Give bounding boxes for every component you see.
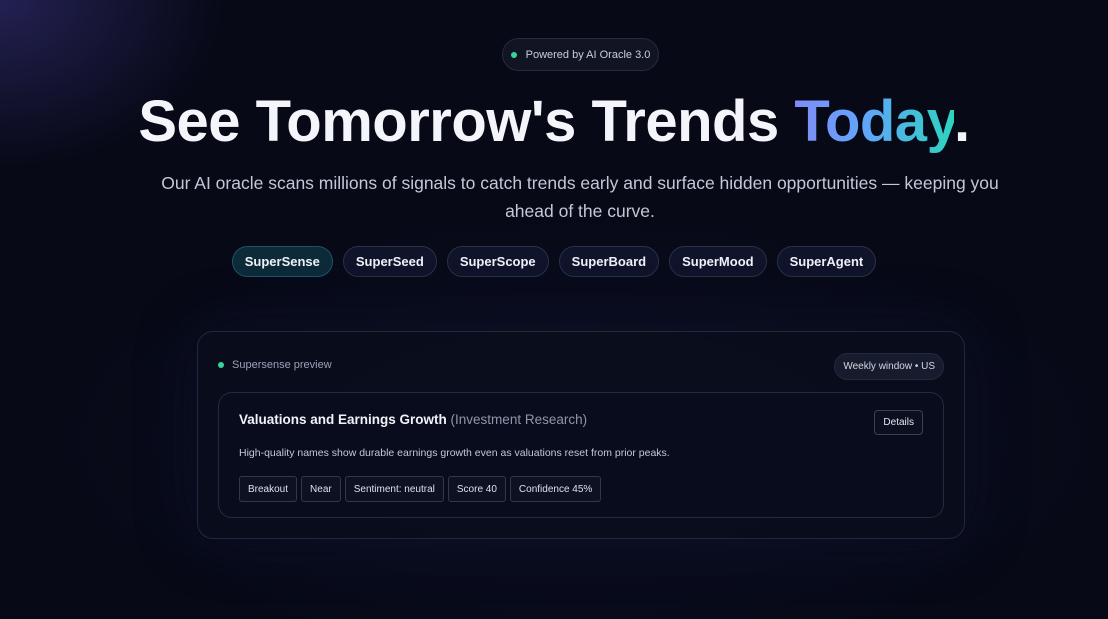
tag-sentiment: Sentiment: neutral bbox=[344, 476, 444, 502]
hero-title-accent: Today bbox=[794, 89, 955, 154]
live-dot-icon bbox=[218, 362, 224, 368]
trend-card: Valuations and Earnings Growth (Investme… bbox=[218, 392, 944, 518]
status-dot-icon bbox=[510, 51, 517, 58]
trend-description: High-quality names show durable earnings… bbox=[239, 447, 670, 459]
hero-title-main: See Tomorrow's Trends bbox=[138, 89, 795, 154]
tab-supersense[interactable]: SuperSense bbox=[231, 246, 333, 277]
trend-tags: Breakout Near Sentiment: neutral Score 4… bbox=[239, 476, 602, 502]
tag-confidence: Confidence 45% bbox=[509, 476, 602, 502]
trend-category: (Investment Research) bbox=[450, 412, 588, 427]
hero-title-end: . bbox=[954, 89, 970, 154]
tab-superagent[interactable]: SuperAgent bbox=[776, 246, 877, 277]
preview-card: Supersense preview Weekly window • US Va… bbox=[197, 331, 965, 539]
trend-title-text: Valuations and Earnings Growth bbox=[239, 412, 447, 427]
hero-title: See Tomorrow's Trends Today. bbox=[0, 86, 1108, 158]
powered-by-badge: Powered by AI Oracle 3.0 bbox=[502, 38, 659, 71]
tag-proximity: Near bbox=[301, 476, 341, 502]
product-tabs: SuperSense SuperSeed SuperScope SuperBoa… bbox=[0, 246, 1108, 277]
tag-signal: Breakout bbox=[239, 476, 298, 502]
tab-supermood[interactable]: SuperMood bbox=[669, 246, 767, 277]
tab-superseed[interactable]: SuperSeed bbox=[342, 246, 437, 277]
tab-superscope[interactable]: SuperScope bbox=[446, 246, 549, 277]
trend-title: Valuations and Earnings Growth (Investme… bbox=[239, 412, 587, 427]
preview-label: Supersense preview bbox=[232, 359, 332, 371]
powered-by-text: Powered by AI Oracle 3.0 bbox=[525, 48, 651, 61]
tag-score: Score 40 bbox=[447, 476, 506, 502]
window-selector[interactable]: Weekly window • US bbox=[834, 353, 944, 380]
landing-page: Powered by AI Oracle 3.0 See Tomorrow's … bbox=[0, 0, 1108, 619]
tab-superboard[interactable]: SuperBoard bbox=[558, 246, 660, 277]
hero-subtitle: Our AI oracle scans millions of signals … bbox=[161, 173, 999, 221]
preview-header: Supersense preview bbox=[218, 359, 332, 371]
details-button[interactable]: Details bbox=[874, 410, 923, 435]
